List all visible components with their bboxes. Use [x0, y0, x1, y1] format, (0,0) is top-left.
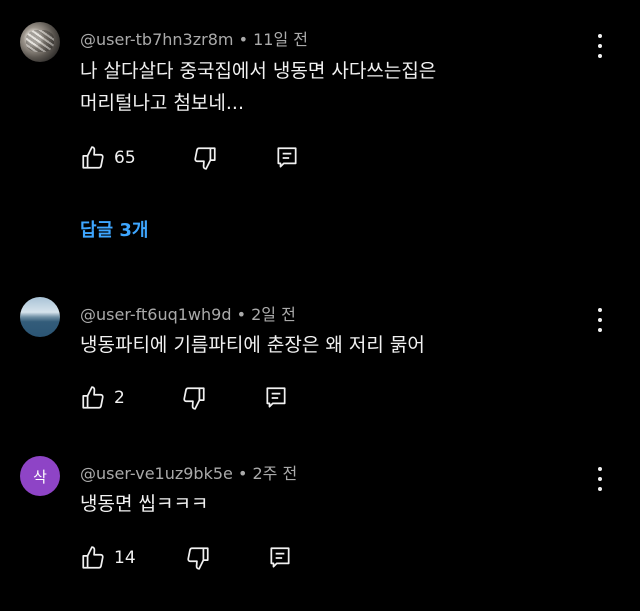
- timestamp: 2일 전: [251, 305, 296, 324]
- reply-comment-icon[interactable]: [263, 385, 289, 411]
- reply-comment-icon[interactable]: [274, 145, 300, 171]
- thumbs-up-icon[interactable]: [80, 145, 106, 171]
- comment-actions: 14: [80, 544, 293, 572]
- timestamp: 2주 전: [252, 464, 298, 483]
- thumbs-down-icon[interactable]: [192, 145, 218, 171]
- more-options-button[interactable]: [590, 467, 610, 491]
- avatar-letter: 삭: [33, 467, 47, 486]
- comment-text: 냉동파티에 기름파티에 춘장은 왜 저리 묽어: [80, 329, 550, 361]
- author-name[interactable]: @user-tb7hn3zr8m: [80, 30, 233, 49]
- meta-separator: •: [237, 464, 253, 483]
- meta-separator: •: [238, 30, 254, 49]
- comment-line: 냉동파티에 기름파티에 춘장은 왜 저리 묽어: [80, 334, 425, 356]
- avatar[interactable]: 삭: [20, 456, 60, 496]
- more-vertical-icon: [598, 34, 602, 38]
- more-vertical-icon: [598, 308, 602, 312]
- comment-line: 냉동면 씹ㅋㅋㅋ: [80, 493, 209, 515]
- comment-actions: 2: [80, 384, 289, 412]
- author-name[interactable]: @user-ft6uq1wh9d: [80, 305, 232, 324]
- timestamp: 11일 전: [253, 30, 308, 49]
- comment-text: 나 살다살다 중국집에서 냉동면 사다쓰는집은 머리털나고 첨보네...: [80, 55, 550, 119]
- avatar[interactable]: [20, 22, 60, 62]
- like-count: 65: [114, 148, 136, 168]
- thumbs-down-icon[interactable]: [181, 385, 207, 411]
- comment-line: 머리털나고 첨보네...: [80, 92, 244, 114]
- comment-actions: 65: [80, 144, 300, 172]
- comment-meta: @user-ft6uq1wh9d • 2일 전: [80, 301, 296, 325]
- comment-meta: @user-ve1uz9bk5e • 2주 전: [80, 460, 297, 484]
- meta-separator: •: [236, 305, 252, 324]
- like-count: 2: [114, 388, 125, 408]
- thumbs-down-icon[interactable]: [185, 545, 211, 571]
- more-options-button[interactable]: [590, 34, 610, 58]
- more-options-button[interactable]: [590, 308, 610, 332]
- more-vertical-icon: [598, 467, 602, 471]
- view-replies-link[interactable]: 답글 3개: [80, 216, 148, 242]
- comment-line: 나 살다살다 중국집에서 냉동면 사다쓰는집은: [80, 60, 437, 82]
- thumbs-up-icon[interactable]: [80, 545, 106, 571]
- thumbs-up-icon[interactable]: [80, 385, 106, 411]
- avatar[interactable]: [20, 297, 60, 337]
- reply-comment-icon[interactable]: [267, 545, 293, 571]
- comment-text: 냉동면 씹ㅋㅋㅋ: [80, 488, 550, 520]
- comment-meta: @user-tb7hn3zr8m • 11일 전: [80, 26, 308, 50]
- author-name[interactable]: @user-ve1uz9bk5e: [80, 464, 233, 483]
- like-count: 14: [114, 548, 136, 568]
